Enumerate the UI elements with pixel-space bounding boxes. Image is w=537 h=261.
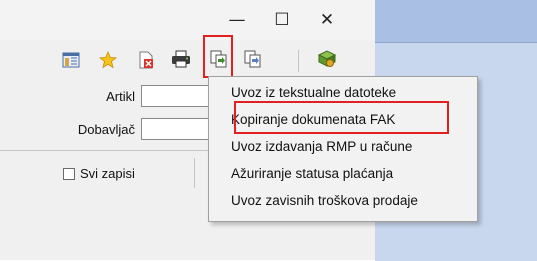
dobavljac-label: Dobavljač (77, 122, 135, 137)
print-icon[interactable] (171, 50, 190, 68)
vertical-separator (194, 158, 195, 188)
toolbar-separator (298, 50, 299, 72)
menu-item-uvoz-troskova[interactable]: Uvoz zavisnih troškova prodaje (231, 189, 418, 213)
menu-item-uvoz-rmp[interactable]: Uvoz izdavanja RMP u račune (231, 135, 412, 159)
toolbar-button-highlight (203, 35, 233, 78)
star-icon[interactable] (98, 50, 118, 69)
import-documents-icon[interactable] (244, 50, 262, 68)
minimize-button[interactable]: — (222, 10, 252, 30)
title-bar: — ☐ ✕ (0, 0, 375, 40)
svi-zapisi-checkbox[interactable] (63, 168, 75, 180)
close-button[interactable]: ✕ (312, 10, 342, 30)
maximize-button[interactable]: ☐ (267, 10, 297, 30)
menu-item-azuriranje-statusa[interactable]: Ažuriranje statusa plaćanja (231, 162, 393, 186)
menu-item-highlight (234, 101, 449, 134)
delete-document-icon[interactable] (137, 51, 155, 69)
artikl-label: Artikl (106, 89, 135, 104)
columns-icon[interactable] (62, 51, 80, 69)
context-menu: Uvoz iz tekstualne datoteke Kopiranje do… (208, 76, 478, 222)
svi-zapisi-label: Svi zapisi (80, 166, 135, 181)
export-icon[interactable] (317, 50, 337, 68)
